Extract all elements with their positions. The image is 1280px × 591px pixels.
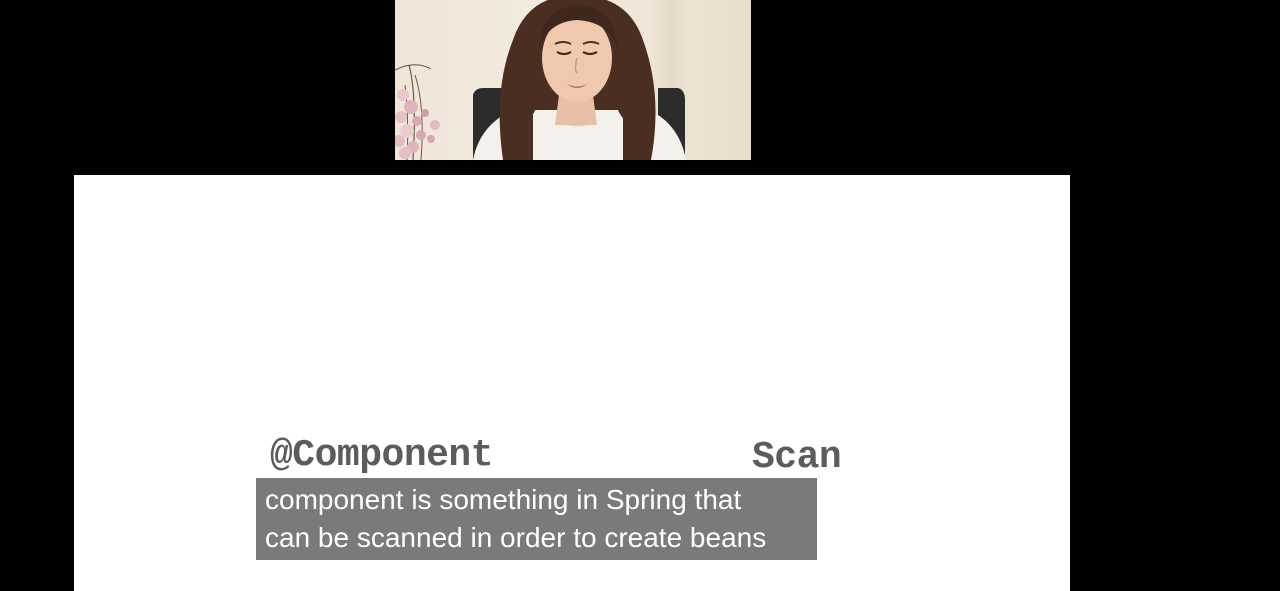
code-annotation-label: @Component	[270, 434, 494, 477]
subtitle-line: can be scanned in order to create beans	[265, 522, 767, 553]
video-player-frame: @Component Scan component is something i…	[0, 0, 1280, 591]
subtitle-caption: component is something in Spring that ca…	[256, 478, 817, 560]
code-scan-label: Scan	[752, 436, 842, 479]
flower-vase-icon	[395, 64, 440, 160]
subtitle-line: component is something in Spring that	[265, 484, 742, 515]
presenter-webcam-feed	[395, 0, 751, 160]
presenter-avatar	[473, 0, 686, 160]
